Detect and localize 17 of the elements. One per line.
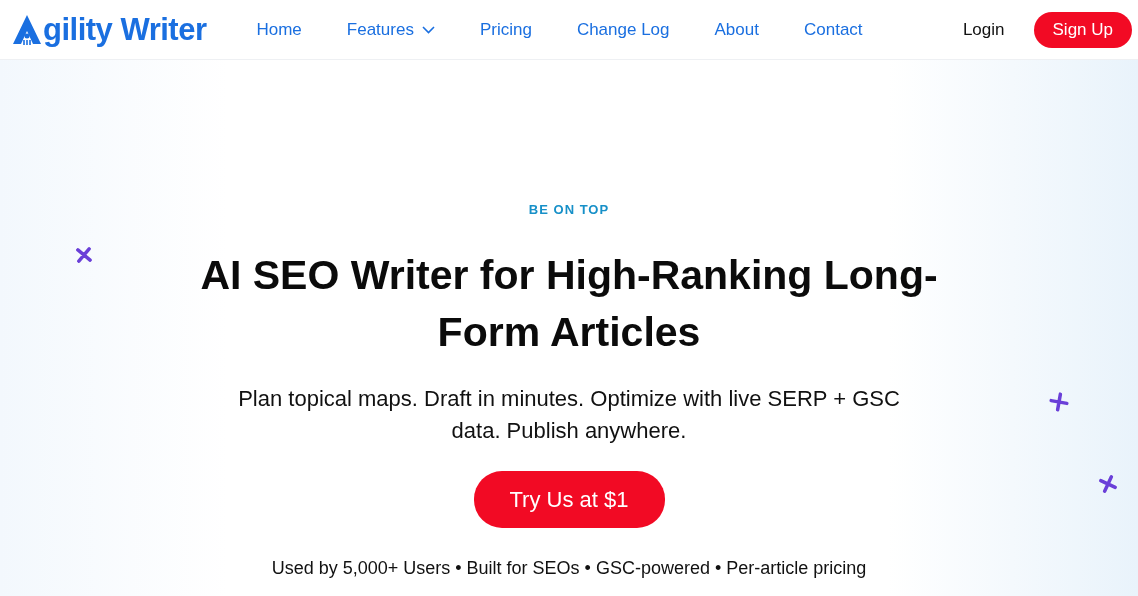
nav-link[interactable]: Change Log (576, 19, 670, 40)
nav-link[interactable]: Pricing (479, 19, 532, 40)
logo-icon (12, 13, 42, 46)
nav-link[interactable]: About (714, 19, 759, 40)
hero-subtitle: Plan topical maps. Draft in minutes. Optimize with live SERP + GSC data. Publish anywhere. (237, 385, 901, 445)
nav-link[interactable]: Contact (803, 19, 863, 40)
chevron-down-icon (421, 25, 435, 34)
sign-up-button[interactable]: Sign Up (1033, 11, 1132, 48)
nav-link[interactable]: Home (256, 19, 302, 40)
eyebrow-text: BE ON TOP (528, 202, 610, 217)
login-link[interactable]: Login (962, 19, 1005, 40)
nav-link[interactable]: Features (346, 19, 435, 40)
hero-title: AI SEO Writer for High-Ranking Long-Form Articles (199, 251, 939, 357)
sparkle-icon (1047, 390, 1071, 414)
cta-button[interactable]: Try Us at $1 (473, 471, 665, 528)
social-proof-text: Used by 5,000+ Users • Built for SEOs • GSC-powered • Per-article pricing (271, 558, 867, 579)
logo-text: gility Writer (43, 11, 207, 48)
